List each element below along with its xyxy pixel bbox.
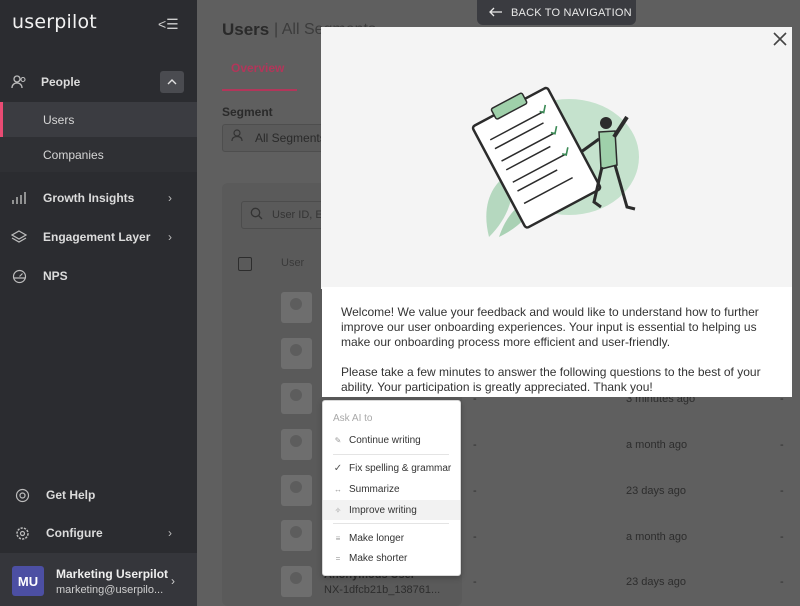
sidebar-item-engagement-layer[interactable]: Engagement Layer › xyxy=(0,219,197,255)
row-user-id: NX-1dfcb21b_138761... xyxy=(324,584,441,596)
avatar xyxy=(281,292,312,323)
avatar xyxy=(281,429,312,460)
sidebar: userpilot <☰ People Users Companies Grow… xyxy=(0,0,197,606)
table-cell: - xyxy=(473,531,477,543)
chevron-right-icon: › xyxy=(168,230,172,244)
sidebar-item-label: Engagement Layer xyxy=(43,230,151,244)
segment-label: Segment xyxy=(222,105,273,119)
search-icon xyxy=(250,207,263,223)
select-all-checkbox[interactable] xyxy=(238,257,252,271)
people-collapse-toggle[interactable] xyxy=(160,71,184,93)
table-cell-time: 23 days ago xyxy=(626,576,686,588)
bar-chart-icon xyxy=(11,190,27,206)
arrow-left-icon xyxy=(489,5,503,20)
table-cell: - xyxy=(473,576,477,588)
active-tab-indicator xyxy=(222,89,297,91)
pen-icon: ✎ xyxy=(334,435,342,445)
summarize-icon: ↔ xyxy=(334,484,342,494)
gear-icon xyxy=(14,525,30,541)
table-cell: - xyxy=(473,485,477,497)
menu-item-fix-spelling[interactable]: ✓ Fix spelling & grammar xyxy=(323,458,460,478)
table-cell: - xyxy=(780,576,784,588)
user-name: Marketing Userpilot xyxy=(56,567,169,581)
sidebar-item-label: Growth Insights xyxy=(43,191,135,205)
back-to-navigation-label: BACK TO NAVIGATION xyxy=(511,6,632,19)
people-icon xyxy=(11,74,27,90)
table-cell: - xyxy=(780,531,784,543)
sidebar-item-get-help[interactable]: Get Help xyxy=(0,477,197,513)
menu-item-label: Continue writing xyxy=(349,434,421,446)
chevron-right-icon: › xyxy=(168,526,172,540)
people-icon xyxy=(231,129,247,145)
welcome-text-block[interactable]: Welcome! We value your feedback and woul… xyxy=(322,287,792,397)
userpilot-logo[interactable]: userpilot xyxy=(12,11,97,33)
table-cell-time: a month ago xyxy=(626,531,688,543)
page-title: Users xyxy=(222,20,270,39)
sidebar-item-configure[interactable]: Configure › xyxy=(0,515,197,551)
menu-item-continue-writing[interactable]: ✎ Continue writing xyxy=(323,430,460,450)
lifebuoy-icon xyxy=(14,487,30,503)
menu-item-label: Make shorter xyxy=(349,552,408,564)
avatar xyxy=(281,520,312,551)
avatar xyxy=(281,338,312,369)
sidebar-item-companies[interactable]: Companies xyxy=(0,137,197,172)
table-cell-time: a month ago xyxy=(626,439,688,451)
avatar xyxy=(281,383,312,414)
lines-icon: ≡ xyxy=(335,533,341,543)
gauge-icon xyxy=(11,268,27,284)
sidebar-item-label: NPS xyxy=(43,269,68,283)
menu-item-label: Summarize xyxy=(349,483,400,495)
checklist-illustration xyxy=(471,86,639,237)
user-column-header[interactable]: User xyxy=(281,257,304,269)
sidebar-item-label: People xyxy=(41,75,81,89)
sidebar-item-label: Get Help xyxy=(46,488,96,502)
menu-item-label: Fix spelling & grammar xyxy=(349,462,452,474)
ask-ai-title: Ask AI to xyxy=(333,413,373,424)
sidebar-item-growth-insights[interactable]: Growth Insights › xyxy=(0,180,197,216)
instruction-paragraph: Please take a few minutes to answer the … xyxy=(341,365,761,394)
table-cell: - xyxy=(780,439,784,451)
menu-item-label: Make longer xyxy=(349,532,405,544)
menu-item-summarize[interactable]: ↔ Summarize xyxy=(323,479,460,499)
survey-modal xyxy=(321,27,792,289)
table-cell-time: 23 days ago xyxy=(626,485,686,497)
menu-item-improve-writing[interactable]: ✧ Improve writing xyxy=(323,500,460,520)
menu-item-make-shorter[interactable]: = Make shorter xyxy=(323,548,460,568)
avatar xyxy=(281,475,312,506)
menu-item-label: Improve writing xyxy=(349,504,417,516)
welcome-paragraph: Welcome! We value your feedback and woul… xyxy=(341,305,759,349)
menu-divider xyxy=(333,523,449,524)
avatar[interactable]: MU xyxy=(12,566,44,596)
table-cell: - xyxy=(780,485,784,497)
collapse-sidebar-icon[interactable]: <☰ xyxy=(158,16,179,33)
menu-divider xyxy=(333,454,449,455)
short-lines-icon: = xyxy=(335,553,341,563)
table-cell: - xyxy=(473,439,477,451)
chevron-right-icon: › xyxy=(168,191,172,205)
close-icon[interactable] xyxy=(773,30,787,51)
back-to-navigation-button[interactable]: BACK TO NAVIGATION xyxy=(477,0,636,25)
check-icon: ✓ xyxy=(333,462,343,474)
menu-item-make-longer[interactable]: ≡ Make longer xyxy=(323,528,460,548)
avatar xyxy=(281,566,312,597)
sparkle-icon: ✧ xyxy=(334,505,342,515)
tab-overview[interactable]: Overview xyxy=(231,61,284,75)
user-email: marketing@userpilo... xyxy=(56,584,164,596)
sidebar-item-label: Configure xyxy=(46,526,103,540)
sidebar-item-users[interactable]: Users xyxy=(0,102,197,137)
layers-icon xyxy=(11,229,27,245)
chevron-right-icon[interactable]: › xyxy=(171,574,175,588)
sidebar-item-nps[interactable]: NPS xyxy=(0,258,197,294)
